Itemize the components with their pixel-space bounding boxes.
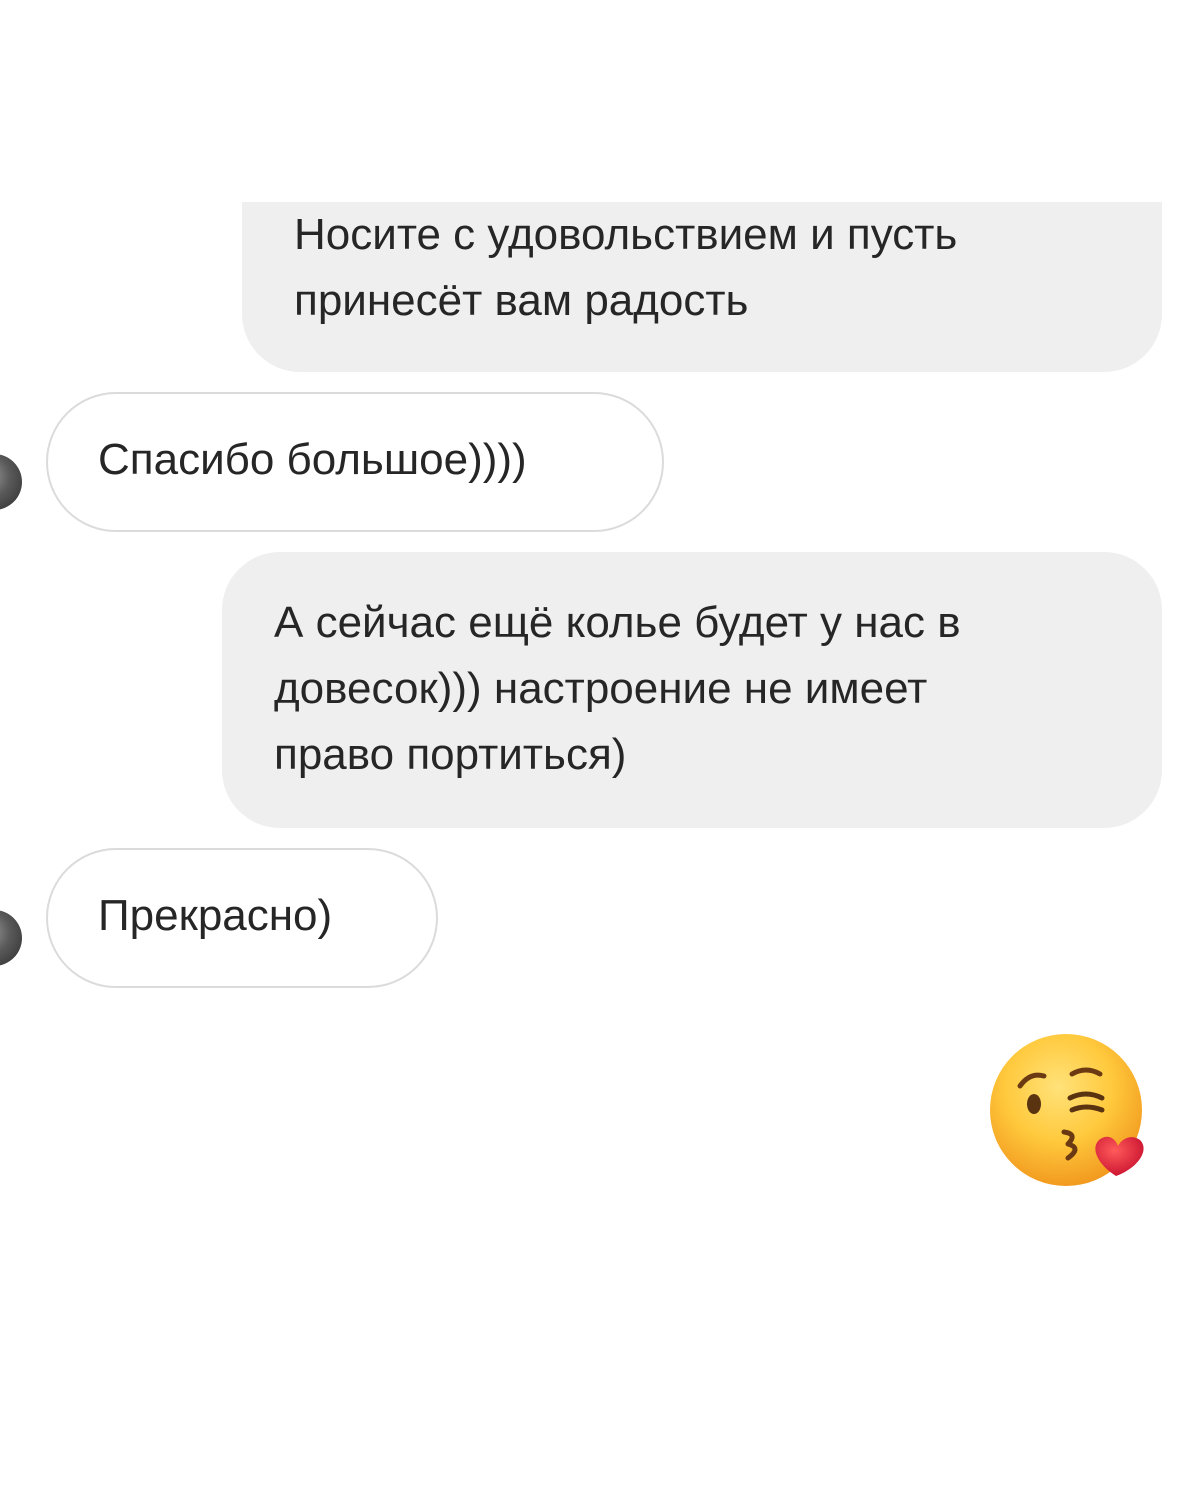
message-text: Прекрасно) [98,891,333,940]
message-bubble-outgoing[interactable]: А сейчас ещё колье будет у нас в довесок… [222,552,1162,828]
message-bubble-incoming[interactable]: Спасибо большое)))) [46,392,664,532]
message-text: Спасибо большое)))) [98,435,527,484]
scroll-clip-area [0,0,1200,202]
face-blowing-a-kiss-icon[interactable] [986,1030,1156,1200]
message-bubble-incoming[interactable]: Прекрасно) [46,848,438,988]
chat-thread: Носите с удовольствием и пусть принесёт … [0,0,1200,1500]
avatar[interactable] [0,454,22,510]
message-text: А сейчас ещё колье будет у нас в довесок… [274,598,961,779]
message-text: Носите с удовольствием и пусть принесёт … [294,210,958,325]
avatar[interactable] [0,910,22,966]
